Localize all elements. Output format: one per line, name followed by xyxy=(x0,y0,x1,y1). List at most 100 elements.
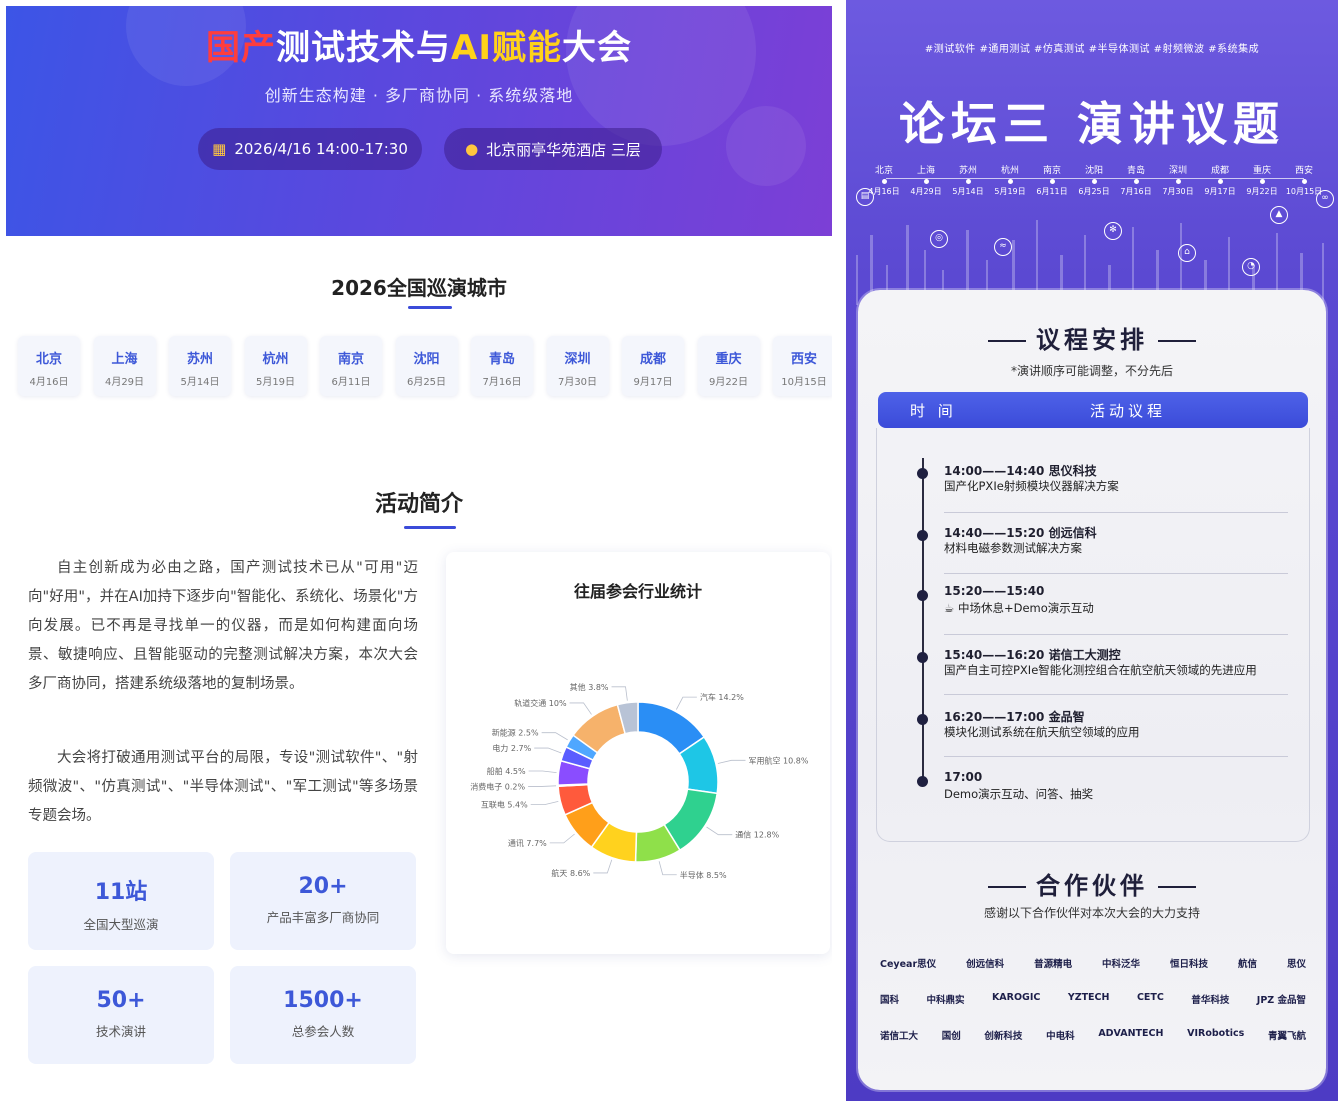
timeline-city: 上海 xyxy=(916,166,935,176)
timeline-dot xyxy=(1049,179,1055,184)
partner-logo: 航信 xyxy=(1237,959,1257,970)
partner-logo: 国创 xyxy=(941,1031,961,1042)
timeline-stop: 杭州 5月19日 xyxy=(990,163,1030,197)
partners-title: 合作伙伴 xyxy=(858,866,1326,901)
slice-label: 通讯 7.7% xyxy=(508,838,547,848)
stat-number: 1500+ xyxy=(283,988,363,1013)
wifi-icon: ≈ xyxy=(994,238,1012,256)
timeline-dot xyxy=(917,776,928,787)
tour-title-underline xyxy=(408,306,452,309)
label-leader-line xyxy=(549,833,575,844)
partner-logo: 中电科 xyxy=(1046,1031,1075,1042)
city-name: 南京 xyxy=(337,352,364,367)
partner-logo: YZTECH xyxy=(1067,992,1110,1003)
agenda-topic: 材料电磁参数测试解决方案 xyxy=(944,541,1082,555)
city-card: 北京 4月16日 xyxy=(18,336,80,396)
city-card: 南京 6月11日 xyxy=(320,336,382,396)
city-date: 10月15日 xyxy=(781,377,827,388)
agenda-topic: 模块化测试系统在航天航空领域的应用 xyxy=(944,725,1140,739)
slice-label: 船舶 4.5% xyxy=(487,766,526,776)
slice-label: 电力 2.7% xyxy=(492,743,531,753)
city-date: 7月30日 xyxy=(557,377,598,388)
device-icon: ⌂ xyxy=(1178,244,1196,262)
city-name: 北京 xyxy=(35,352,62,367)
timeline-date: 4月16日 xyxy=(868,187,900,196)
agenda-title: 议程安排 xyxy=(858,320,1326,355)
agenda-time: 14:40——15:20 创远信科 xyxy=(944,526,1097,540)
timeline-dot xyxy=(923,179,929,184)
intro-title: 活动简介 xyxy=(374,492,463,517)
label-leader-line xyxy=(528,770,557,774)
partner-logo: 诺信工大 xyxy=(880,1031,919,1042)
timeline-date: 9月17日 xyxy=(1204,187,1236,196)
timeline-city: 苏州 xyxy=(958,166,977,176)
timeline-dot xyxy=(1301,179,1307,184)
timeline-dot xyxy=(917,468,928,479)
timeline-city: 西安 xyxy=(1294,166,1313,176)
intro-paragraph-1: 自主创新成为必由之路，国产测试技术已从"可用"迈向"好用"，并在AI加持下逐步向… xyxy=(28,560,418,692)
timeline-date: 7月30日 xyxy=(1162,187,1194,196)
agenda-header: 时 间 活动议程 xyxy=(878,392,1308,428)
city-card: 重庆 9月22日 xyxy=(697,336,760,396)
timeline-stop: 深圳 7月30日 xyxy=(1158,163,1198,197)
timeline-city: 沈阳 xyxy=(1084,166,1103,176)
partner-logo: 国科 xyxy=(880,995,900,1006)
partner-logo: 创新科技 xyxy=(984,1031,1023,1042)
city-card: 上海 4月29日 xyxy=(93,336,156,396)
timeline-dot xyxy=(1217,179,1223,184)
slice-label: 航天 8.6% xyxy=(551,868,590,878)
label-leader-line xyxy=(717,759,746,764)
city-date: 9月17日 xyxy=(633,377,673,388)
partner-logo: JPZ 金品智 xyxy=(1256,995,1306,1006)
hero-banner: 国产测试技术与AI赋能大会 创新生态构建 · 多厂商协同 · 系统级落地 ▦ 2… xyxy=(6,6,832,236)
partner-logo: 创远信科 xyxy=(966,959,1005,970)
city-name: 重庆 xyxy=(715,352,742,367)
partner-logo: 恒日科技 xyxy=(1170,959,1209,970)
hero-title: 国产测试技术与AI赋能大会 xyxy=(206,28,632,68)
venue-pill: ● 北京丽亭华苑酒店 三层 xyxy=(444,128,662,170)
partner-logo: 中科泛华 xyxy=(1102,959,1141,970)
industry-donut-chart: 汽车 14.2% 军用航空 10.8% 通信 12.8% 半导体 8.5% 航天 8.6… xyxy=(470,682,809,880)
slice-label: 互联电 5.4% xyxy=(481,800,528,810)
agenda-divider xyxy=(944,756,1288,757)
label-leader-line xyxy=(706,826,733,836)
timeline-stop: 重庆 9月22日 xyxy=(1242,163,1282,197)
timeline-city: 南京 xyxy=(1042,166,1061,176)
city-card: 沈阳 6月25日 xyxy=(395,336,458,396)
timeline-stop: 沈阳 6月25日 xyxy=(1074,163,1114,197)
partner-logo: Ceyear思仪 xyxy=(880,959,937,970)
timeline-stop: 北京 4月16日 xyxy=(864,163,904,197)
stat-card: 20+ 产品丰富多厂商协同 xyxy=(230,852,416,950)
city-date: 7月16日 xyxy=(482,377,522,388)
stat-card: 11站 全国大型巡演 xyxy=(28,852,214,950)
partner-logo: 中科鼎实 xyxy=(926,995,965,1006)
partner-logo: ADVANTECH xyxy=(1098,1028,1164,1039)
timeline-date: 5月14日 xyxy=(952,187,984,196)
timeline-stop: 上海 4月29日 xyxy=(906,163,946,197)
partner-logo-row: 诺信工大 国创 创新科技 中电科 ADVANTECH VIRobotics 青翼飞航 xyxy=(880,1028,1306,1042)
stat-card: 1500+ 总参会人数 xyxy=(230,966,416,1064)
city-card: 苏州 5月14日 xyxy=(169,336,231,396)
timeline-date: 5月19日 xyxy=(994,187,1026,196)
agenda-divider xyxy=(944,694,1288,695)
label-leader-line xyxy=(611,686,628,701)
stat-number: 11站 xyxy=(94,880,148,905)
column-time: 时 间 xyxy=(910,402,957,420)
agenda-topic: 国产自主可控PXIe智能化测控组合在航空航天领域的先进应用 xyxy=(944,663,1257,677)
timeline-stop: 南京 6月11日 xyxy=(1032,163,1072,197)
slice-label: 军用航空 10.8% xyxy=(749,755,809,765)
column-topic: 活动议程 xyxy=(1090,402,1167,420)
city-name: 沈阳 xyxy=(413,352,440,367)
antenna-icon: ✻ xyxy=(1104,222,1122,240)
partner-logo-row: 国科 中科鼎实 KAROGIC YZTECH CETC 普华科技 JPZ 金品智 xyxy=(880,992,1306,1006)
timeline-dot xyxy=(881,179,887,184)
label-leader-line xyxy=(541,732,568,741)
city-name: 成都 xyxy=(639,352,666,367)
industry-chart-card: 往届参会行业统计 汽车 14.2% 军用航空 10.8% 通信 12.8% 半导体 8… xyxy=(446,552,830,954)
city-date: 6月11日 xyxy=(331,377,371,388)
intro-title-underline xyxy=(404,526,456,529)
agenda-divider xyxy=(944,573,1288,574)
city-date: 5月19日 xyxy=(255,377,296,388)
agenda-divider xyxy=(944,512,1288,513)
timeline-city: 杭州 xyxy=(1000,166,1019,176)
